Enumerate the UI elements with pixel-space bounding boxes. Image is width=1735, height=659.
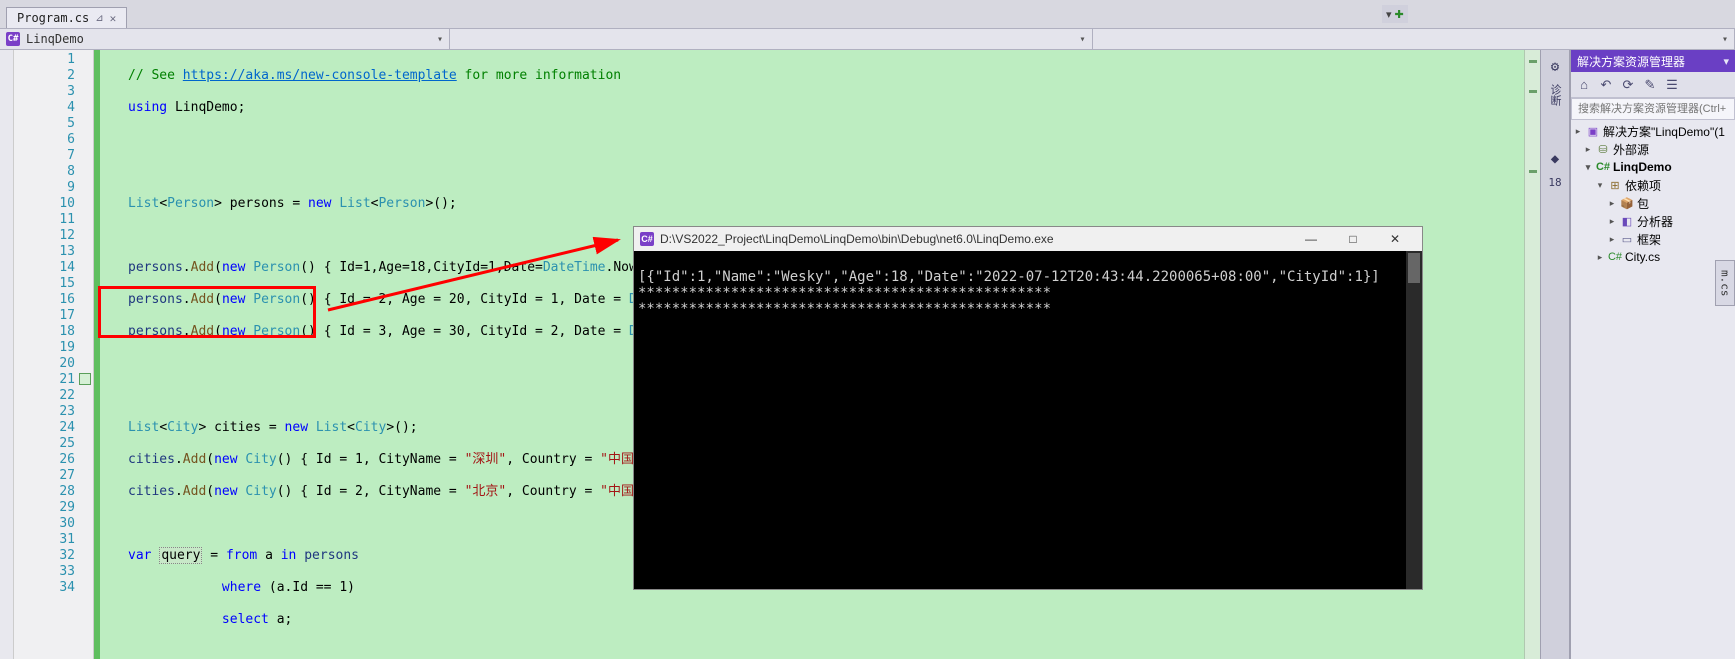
main-area: 12345 678910 1112131415 1617181920 21 22… [0, 50, 1735, 659]
dependencies-node[interactable]: ▾⊞依赖项 [1571, 176, 1735, 194]
analyzers-node[interactable]: ▸◧分析器 [1571, 212, 1735, 230]
brush-icon[interactable]: ✎ [1641, 76, 1659, 94]
pin-icon[interactable]: ⊿ [95, 13, 103, 24]
solution-explorer-title: 解决方案资源管理器 [1577, 53, 1685, 70]
solution-explorer-header[interactable]: 解决方案资源管理器 ▾ [1571, 50, 1735, 72]
plus-icon: ✚ [1395, 8, 1404, 21]
scrollbar-thumb[interactable] [1408, 253, 1420, 283]
template-link[interactable]: https://aka.ms/new-console-template [183, 68, 457, 83]
solution-node[interactable]: ▸▣解决方案"LinqDemo"(1 [1571, 122, 1735, 140]
right-tab-stub[interactable]: m.cs [1715, 260, 1735, 306]
minimize-button[interactable]: — [1290, 228, 1332, 250]
packages-node[interactable]: ▸📦包 [1571, 194, 1735, 212]
scope-dropdown[interactable]: ▾ [450, 29, 1093, 49]
edit-marker-icon [79, 373, 91, 385]
editor-margin [0, 50, 14, 659]
console-scrollbar[interactable] [1406, 251, 1422, 589]
filter-icon[interactable]: ☰ [1663, 76, 1681, 94]
solution-tree[interactable]: ▸▣解决方案"LinqDemo"(1 ▸⛁外部源 ▾C#LinqDemo ▾⊞依… [1571, 120, 1735, 659]
nav-dropdown-bar: C# LinqDemo ▾ ▾ ▾ [0, 28, 1735, 50]
solution-toolbar: ⌂ ↶ ⟳ ✎ ☰ [1571, 72, 1735, 98]
code-editor[interactable]: 12345 678910 1112131415 1617181920 21 22… [0, 50, 1540, 659]
new-file-dropdown[interactable]: ▾ ✚ [1382, 5, 1408, 23]
frameworks-node[interactable]: ▸▭框架 [1571, 230, 1735, 248]
chevron-down-icon: ▾ [437, 34, 443, 45]
close-icon[interactable]: ✕ [110, 12, 117, 25]
tool-ribbon: ⚙ 诊断 ◆ 18 [1540, 50, 1570, 659]
project-node[interactable]: ▾C#LinqDemo [1571, 158, 1735, 176]
chevron-down-icon: ▾ [1722, 34, 1728, 45]
scroll-map[interactable] [1524, 50, 1540, 659]
code-area[interactable]: // See https://aka.ms/new-console-templa… [100, 50, 1524, 659]
console-output: [{"Id":1,"Name":"Wesky","Age":18,"Date":… [634, 251, 1422, 589]
solution-explorer: 解决方案资源管理器 ▾ ⌂ ↶ ⟳ ✎ ☰ ▸▣解决方案"LinqDemo"(1… [1570, 50, 1735, 659]
chevron-down-icon: ▾ [1386, 8, 1392, 21]
maximize-button[interactable]: □ [1332, 228, 1374, 250]
sync-icon[interactable]: ⟳ [1619, 76, 1637, 94]
gear-icon[interactable]: ⚙ [1544, 56, 1566, 78]
diamond-icon[interactable]: ◆ [1544, 148, 1566, 170]
console-title: D:\VS2022_Project\LinqDemo\LinqDemo\bin\… [660, 232, 1054, 246]
external-sources-node[interactable]: ▸⛁外部源 [1571, 140, 1735, 158]
project-dropdown[interactable]: C# LinqDemo ▾ [0, 29, 450, 49]
console-titlebar[interactable]: C# D:\VS2022_Project\LinqDemo\LinqDemo\b… [634, 227, 1422, 251]
console-icon: C# [640, 232, 654, 246]
tab-title: Program.cs [17, 11, 89, 25]
solution-search[interactable] [1571, 98, 1735, 120]
city-cs-node[interactable]: ▸C#City.cs [1571, 248, 1735, 266]
member-dropdown[interactable]: ▾ [1093, 29, 1735, 49]
tab-strip: Program.cs ⊿ ✕ ▾ ✚ [0, 0, 1735, 28]
diagnostics-label[interactable]: 诊断 [1547, 84, 1563, 106]
solution-search-input[interactable] [1572, 99, 1734, 119]
tab-program-cs[interactable]: Program.cs ⊿ ✕ [6, 7, 127, 28]
csharp-project-icon: C# [6, 32, 20, 46]
chevron-down-icon: ▾ [1079, 34, 1085, 45]
line-number-gutter: 12345 678910 1112131415 1617181920 21 22… [14, 50, 94, 659]
home-icon[interactable]: ⌂ [1575, 76, 1593, 94]
dropdown-icon[interactable]: ▾ [1723, 55, 1729, 68]
close-button[interactable]: ✕ [1374, 228, 1416, 250]
line-indicator: 18 [1548, 176, 1561, 189]
console-window: C# D:\VS2022_Project\LinqDemo\LinqDemo\b… [633, 226, 1423, 590]
project-dropdown-label: LinqDemo [26, 32, 84, 46]
back-icon[interactable]: ↶ [1597, 76, 1615, 94]
